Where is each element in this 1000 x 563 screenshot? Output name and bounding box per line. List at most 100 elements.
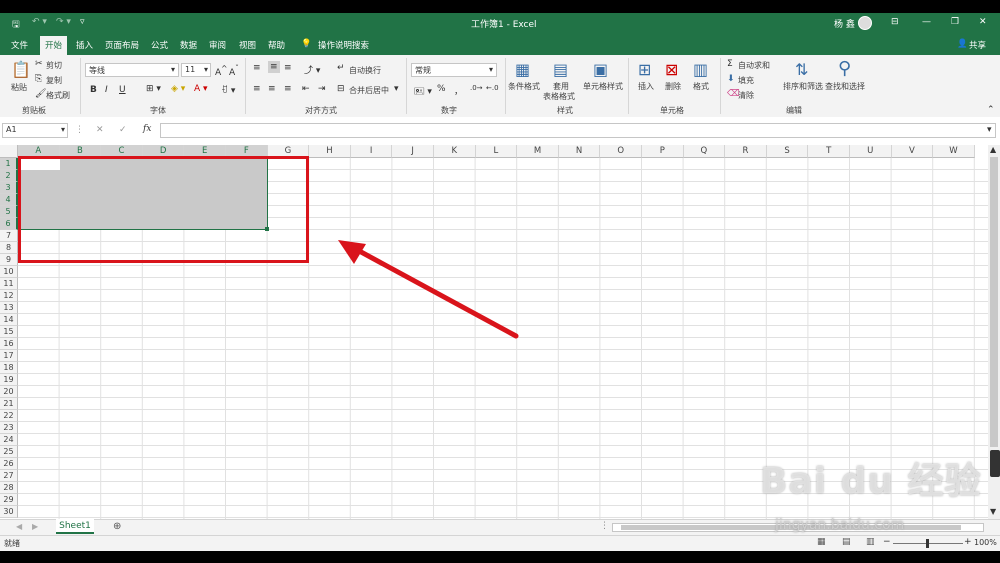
cut-button[interactable]: 剪切 xyxy=(46,60,62,71)
row-header-18[interactable]: 18 xyxy=(0,362,18,374)
find-select-button[interactable]: 查找和选择 xyxy=(825,81,865,92)
more-icon[interactable]: ⋮ xyxy=(600,521,609,531)
column-header-I[interactable]: I xyxy=(350,145,393,158)
paste-icon[interactable]: 📋 xyxy=(11,60,31,79)
zoom-level[interactable]: 100% xyxy=(974,538,997,547)
column-header-R[interactable]: R xyxy=(725,145,767,158)
row-header-16[interactable]: 16 xyxy=(0,338,18,350)
italic-button[interactable]: I xyxy=(105,85,108,95)
formula-input[interactable] xyxy=(160,123,996,138)
row-header-24[interactable]: 24 xyxy=(0,434,18,446)
decrease-indent-icon[interactable]: ⇤ xyxy=(302,84,310,94)
insert-cells-button[interactable]: 插入 xyxy=(638,81,654,92)
align-right-icon[interactable]: ≡ xyxy=(284,84,292,94)
row-header-29[interactable]: 29 xyxy=(0,494,18,506)
row-header-7[interactable]: 7 xyxy=(0,230,18,242)
row-header-13[interactable]: 13 xyxy=(0,302,18,314)
column-header-S[interactable]: S xyxy=(766,145,809,158)
name-box[interactable]: A1 ▾ xyxy=(2,123,68,138)
percent-button[interactable]: % xyxy=(437,84,446,94)
format-as-table-line2[interactable]: 表格格式 xyxy=(543,91,575,102)
font-name-select[interactable]: 等线 ▾ xyxy=(85,63,179,77)
column-header-H[interactable]: H xyxy=(309,145,351,158)
tab-home[interactable]: 开始 xyxy=(40,36,68,55)
row-header-11[interactable]: 11 xyxy=(0,278,18,290)
vertical-scrollbar[interactable]: ▲ ▼ xyxy=(988,145,1000,519)
wrap-text-button[interactable]: 自动换行 xyxy=(349,65,381,76)
column-header-W[interactable]: W xyxy=(933,145,975,158)
merge-center-button[interactable]: 合并后居中 xyxy=(349,85,389,96)
delete-cells-button[interactable]: 删除 xyxy=(665,81,681,92)
tab-help[interactable]: 帮助 xyxy=(268,39,285,51)
column-header-J[interactable]: J xyxy=(392,145,434,158)
column-header-N[interactable]: N xyxy=(558,145,601,158)
column-header-M[interactable]: M xyxy=(517,145,559,158)
add-sheet-icon[interactable]: ⊕ xyxy=(113,521,121,532)
align-middle-icon[interactable]: ≡ xyxy=(268,61,280,73)
row-header-1[interactable]: 1 xyxy=(0,158,18,170)
row-header-19[interactable]: 19 xyxy=(0,374,18,386)
row-header-22[interactable]: 22 xyxy=(0,410,18,422)
undo-icon[interactable]: ↶ ▾ xyxy=(32,17,47,27)
borders-icon[interactable]: ⊞ ▾ xyxy=(146,84,161,94)
row-header-8[interactable]: 8 xyxy=(0,242,18,254)
row-header-4[interactable]: 4 xyxy=(0,194,18,206)
cancel-icon[interactable]: ✕ xyxy=(96,125,104,135)
fill-button[interactable]: 填充 xyxy=(738,75,754,86)
row-header-6[interactable]: 6 xyxy=(0,218,18,230)
collapse-ribbon-icon[interactable]: ⌃ xyxy=(987,105,995,115)
shrink-font-icon[interactable]: Aˇ xyxy=(229,64,239,78)
avatar[interactable] xyxy=(858,16,872,30)
row-header-23[interactable]: 23 xyxy=(0,422,18,434)
tab-review[interactable]: 审阅 xyxy=(209,39,226,51)
align-bottom-icon[interactable]: ≡ xyxy=(284,63,292,73)
conditional-format-button[interactable]: 条件格式 xyxy=(508,81,540,92)
column-header-Q[interactable]: Q xyxy=(683,145,726,158)
autosum-button[interactable]: 自动求和 xyxy=(738,60,770,71)
comma-button[interactable]: ， xyxy=(454,84,463,97)
orientation-icon[interactable]: ⤴ ▾ xyxy=(304,63,320,76)
row-header-25[interactable]: 25 xyxy=(0,446,18,458)
scroll-up-icon[interactable]: ▲ xyxy=(990,145,996,154)
column-header-K[interactable]: K xyxy=(434,145,476,158)
font-color-icon[interactable]: A ▾ xyxy=(194,84,208,94)
column-header-L[interactable]: L xyxy=(475,145,518,158)
format-painter-button[interactable]: 格式刷 xyxy=(46,90,70,101)
row-header-5[interactable]: 5 xyxy=(0,206,18,218)
decrease-decimal-icon[interactable]: ←.0 xyxy=(486,84,499,92)
insert-function-button[interactable]: fx xyxy=(143,124,151,134)
chevron-down-icon[interactable]: ▾ xyxy=(394,84,399,94)
tab-page-layout[interactable]: 页面布局 xyxy=(105,39,139,51)
save-icon[interactable]: 🖫 xyxy=(12,17,20,33)
scroll-tabs-right-icon[interactable]: ▶ xyxy=(32,522,38,531)
align-top-icon[interactable]: ≡ xyxy=(253,63,261,73)
tab-formulas[interactable]: 公式 xyxy=(151,39,168,51)
paste-button[interactable]: 粘贴 xyxy=(11,82,27,93)
bold-button[interactable]: B xyxy=(90,85,97,95)
sheet-tab-sheet1[interactable]: Sheet1 xyxy=(56,519,94,534)
close-icon[interactable]: ✕ xyxy=(979,17,987,27)
customize-icon[interactable]: ▿ xyxy=(80,17,85,27)
tell-me-search[interactable]: 操作说明搜索 xyxy=(318,39,369,51)
cell-styles-button[interactable]: 单元格样式 xyxy=(583,81,623,92)
row-header-30[interactable]: 30 xyxy=(0,506,18,518)
expand-formula-icon[interactable]: ▾ xyxy=(987,125,992,135)
phonetic-icon[interactable]: ꀀ ▾ xyxy=(221,84,235,96)
align-left-icon[interactable]: ≡ xyxy=(253,84,261,94)
page-break-view-icon[interactable]: ▥ xyxy=(866,537,875,547)
clear-button[interactable]: 清除 xyxy=(738,90,754,101)
page-layout-view-icon[interactable]: ▤ xyxy=(842,537,851,547)
row-header-15[interactable]: 15 xyxy=(0,326,18,338)
normal-view-icon[interactable]: ▦ xyxy=(817,537,826,547)
column-header-O[interactable]: O xyxy=(600,145,642,158)
row-header-12[interactable]: 12 xyxy=(0,290,18,302)
column-header-V[interactable]: V xyxy=(891,145,934,158)
zoom-out-icon[interactable]: − xyxy=(883,537,891,547)
row-header-20[interactable]: 20 xyxy=(0,386,18,398)
share-icon[interactable]: 👤 xyxy=(957,39,968,49)
currency-icon[interactable]: 🖭 ▾ xyxy=(414,84,432,100)
column-header-T[interactable]: T xyxy=(808,145,850,158)
scroll-tabs-left-icon[interactable]: ◀ xyxy=(16,522,22,531)
scroll-down-icon[interactable]: ▼ xyxy=(990,507,996,516)
user-name[interactable]: 杨 鑫 xyxy=(834,17,855,30)
